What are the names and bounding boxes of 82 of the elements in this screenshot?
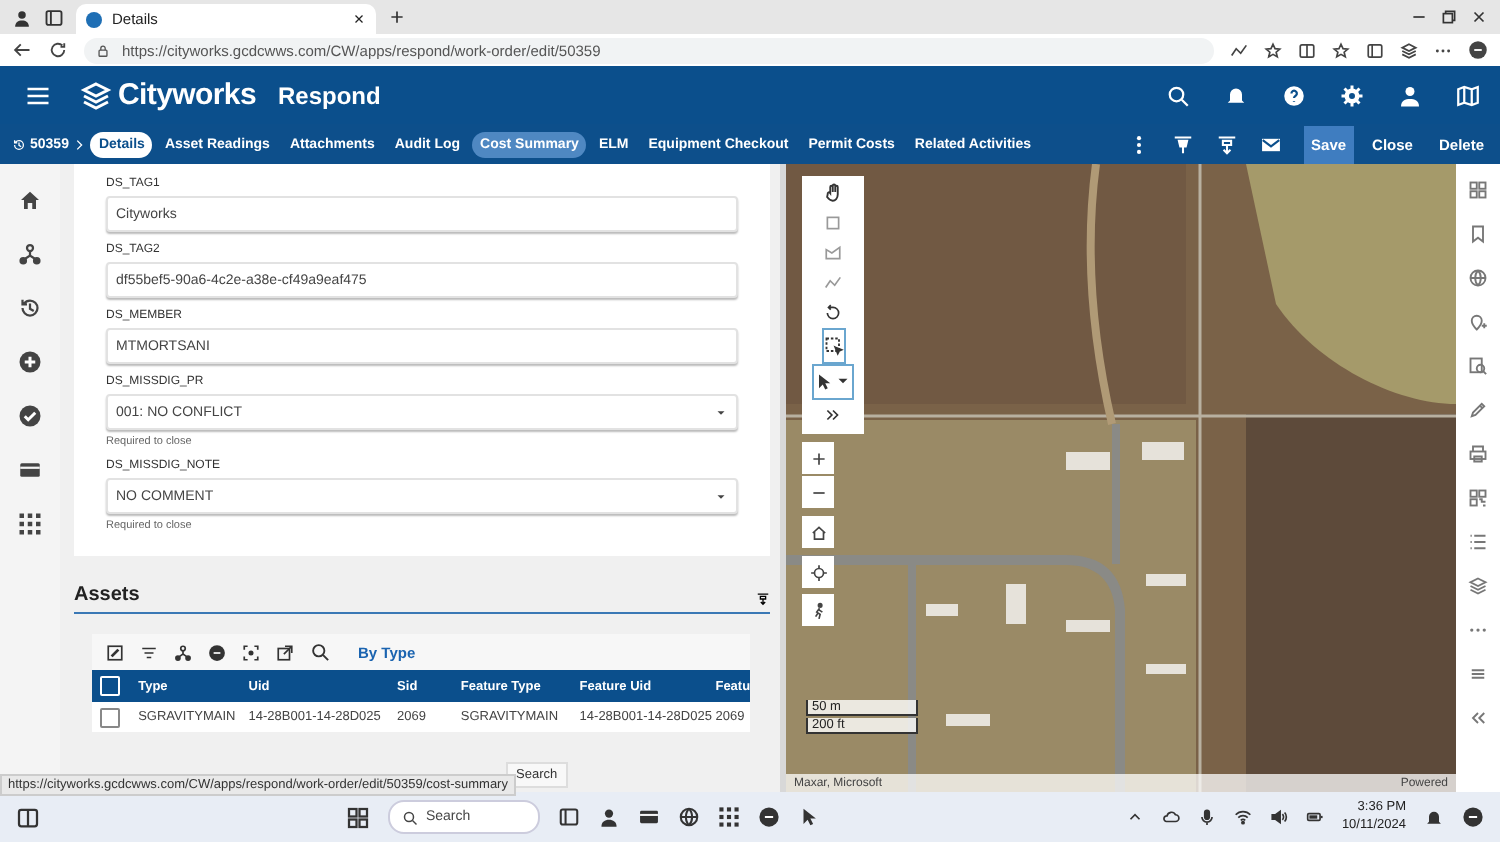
basemap-icon[interactable] <box>1468 180 1488 200</box>
zoom-in-button[interactable] <box>802 442 834 474</box>
qr-icon[interactable] <box>1468 488 1488 508</box>
split-screen-icon[interactable] <box>1298 41 1316 59</box>
external-icon[interactable] <box>276 643 294 661</box>
pin-icon[interactable] <box>756 592 770 606</box>
cursor-icon[interactable] <box>814 372 834 392</box>
start-icon[interactable] <box>345 805 370 829</box>
street-view-button[interactable] <box>802 594 834 626</box>
bookmark-icon[interactable] <box>1468 224 1488 244</box>
favorites-icon[interactable] <box>1332 41 1350 59</box>
layers-icon[interactable] <box>1468 576 1488 596</box>
focus-icon[interactable] <box>242 643 260 661</box>
search-icon[interactable] <box>1166 83 1190 107</box>
locate-button[interactable] <box>802 556 834 588</box>
print-icon[interactable] <box>1468 444 1488 464</box>
caret-icon <box>714 489 728 503</box>
battery-icon[interactable] <box>1305 808 1324 826</box>
profile-icon[interactable] <box>12 7 32 27</box>
pin-down-icon[interactable] <box>1171 133 1194 155</box>
pin-up-icon[interactable] <box>1215 133 1238 155</box>
check-icon[interactable] <box>18 404 42 428</box>
nodes-icon[interactable] <box>174 643 192 661</box>
add-pin-icon[interactable] <box>1468 312 1488 332</box>
rectangle-icon[interactable] <box>824 214 842 232</box>
wifi-icon[interactable] <box>1233 808 1252 826</box>
section-title: Assets <box>74 584 140 606</box>
widgets-icon[interactable] <box>16 805 40 829</box>
home-button[interactable] <box>802 516 834 548</box>
globe-icon[interactable] <box>1468 268 1488 288</box>
new-tab-icon[interactable] <box>388 8 406 26</box>
favorite-icon[interactable] <box>1264 41 1282 59</box>
polyline-icon[interactable] <box>824 274 842 292</box>
menu-icon[interactable] <box>1468 664 1488 684</box>
search-icon[interactable] <box>310 642 330 662</box>
list-icon[interactable] <box>1468 532 1488 552</box>
checkbox[interactable] <box>100 707 120 727</box>
expand-icon[interactable] <box>824 406 842 424</box>
home-icon[interactable] <box>18 188 42 212</box>
home-icon <box>809 523 827 541</box>
apps-icon[interactable] <box>18 512 42 536</box>
user-icon[interactable] <box>1398 83 1422 107</box>
close-icon[interactable] <box>1470 8 1488 26</box>
nodes-icon[interactable] <box>18 242 42 266</box>
mail-icon[interactable] <box>1259 133 1282 155</box>
zoom-document-icon[interactable] <box>1468 356 1488 376</box>
undo-icon[interactable] <box>824 304 842 322</box>
pan-icon[interactable] <box>823 182 843 202</box>
restore-icon[interactable] <box>1440 8 1458 26</box>
cloud-icon[interactable] <box>1161 808 1180 826</box>
lock-icon <box>96 43 110 57</box>
card-icon[interactable] <box>18 458 42 482</box>
collapse-icon[interactable] <box>1468 708 1488 728</box>
caret-icon <box>714 405 728 419</box>
walker-icon <box>809 601 827 619</box>
task-view-icon[interactable] <box>557 806 580 828</box>
record-icon <box>12 137 26 151</box>
logo-icon <box>80 79 112 111</box>
microphone-icon[interactable] <box>1197 808 1216 826</box>
settings-icon[interactable] <box>1340 83 1364 107</box>
back-icon[interactable] <box>12 40 32 60</box>
product-name: Respond <box>278 81 381 109</box>
brand-name: Cityworks <box>118 78 256 112</box>
search-icon <box>401 809 418 825</box>
plus-icon <box>809 449 827 467</box>
volume-icon[interactable] <box>1269 808 1288 826</box>
refresh-icon[interactable] <box>48 40 68 60</box>
chevron-icon <box>72 137 87 151</box>
history-icon[interactable] <box>18 296 42 320</box>
filter-icon[interactable] <box>140 643 158 661</box>
bell-icon[interactable] <box>1424 807 1444 827</box>
close-icon[interactable] <box>352 12 366 26</box>
edit-icon[interactable] <box>106 643 124 661</box>
add-icon[interactable] <box>18 350 42 374</box>
help-icon[interactable] <box>1282 83 1306 107</box>
pencil-icon[interactable] <box>1468 400 1488 420</box>
bell-icon[interactable] <box>1224 83 1248 107</box>
locate-icon <box>809 563 827 581</box>
map-icon[interactable] <box>1456 83 1480 107</box>
select-box-icon[interactable] <box>823 336 843 356</box>
polygon-icon[interactable] <box>824 244 842 262</box>
tab-actions-icon[interactable] <box>44 7 64 27</box>
